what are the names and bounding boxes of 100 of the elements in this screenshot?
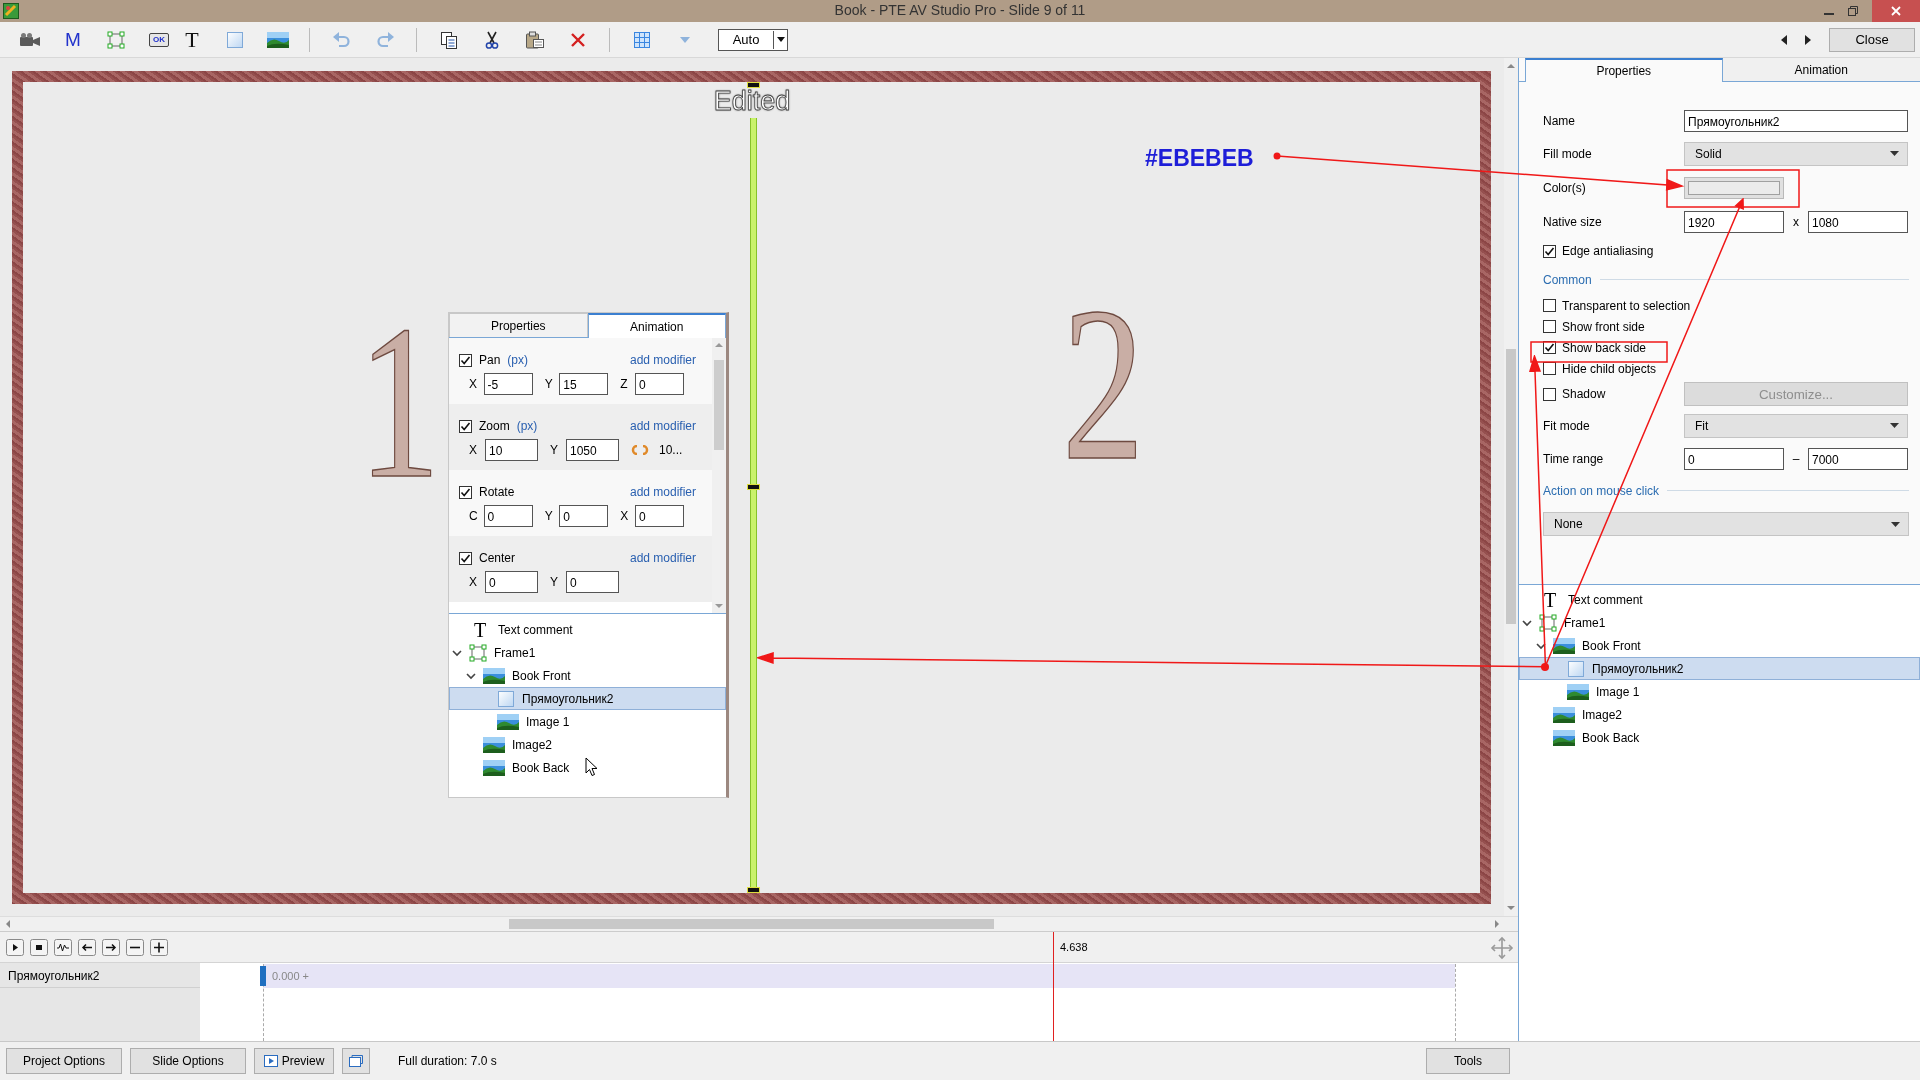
tree-item[interactable]: Frame1 bbox=[449, 641, 726, 664]
tree-item[interactable]: Frame1 bbox=[1519, 611, 1920, 634]
caption-tool-button[interactable]: OK bbox=[149, 32, 169, 47]
playhead-time: 4.638 bbox=[1060, 941, 1088, 953]
landscape-image-icon[interactable] bbox=[267, 31, 289, 48]
text-field[interactable]: Прямоугольник2 bbox=[1684, 109, 1908, 132]
arrow-right-button[interactable] bbox=[102, 938, 120, 956]
panel-tab[interactable]: Animation bbox=[587, 313, 726, 338]
scrollbar-thumb[interactable] bbox=[714, 360, 724, 450]
text-field[interactable]: 1920 bbox=[1684, 210, 1784, 233]
arrow-left-button[interactable] bbox=[78, 938, 96, 956]
camera-icon[interactable] bbox=[19, 31, 41, 48]
color-swatch[interactable] bbox=[1684, 176, 1784, 199]
number-field[interactable]: -5 bbox=[483, 373, 533, 395]
dropdown[interactable]: None bbox=[1543, 512, 1909, 536]
number-field[interactable]: 0 bbox=[566, 571, 619, 593]
close-window-button[interactable] bbox=[1872, 0, 1920, 22]
panel-tab[interactable]: Animation bbox=[1722, 58, 1920, 81]
window-toggle-button[interactable] bbox=[342, 1048, 370, 1074]
dropdown[interactable]: Solid bbox=[1684, 141, 1908, 166]
minus-button[interactable] bbox=[126, 938, 144, 956]
text-tool-button[interactable]: M bbox=[57, 25, 89, 54]
checkbox[interactable] bbox=[459, 419, 472, 433]
axis-label: Y bbox=[544, 377, 554, 391]
checkbox[interactable] bbox=[459, 353, 472, 367]
dropdown[interactable]: Fit bbox=[1684, 413, 1908, 438]
property-label: Rotate bbox=[479, 485, 515, 499]
number-field[interactable]: 1050 bbox=[566, 439, 619, 461]
tools-button[interactable]: Tools bbox=[1426, 1048, 1510, 1074]
frame-icon bbox=[1539, 613, 1557, 632]
text-field[interactable]: 1080 bbox=[1808, 210, 1908, 233]
add-modifier-link[interactable]: add modifier bbox=[629, 485, 696, 499]
frame-icon[interactable] bbox=[107, 30, 125, 49]
toolbar-button[interactable]: Project Options bbox=[6, 1048, 122, 1074]
annotation-label: #EBEBEB bbox=[1145, 145, 1254, 172]
tree-item[interactable]: Прямоугольник2 bbox=[1519, 657, 1920, 680]
link-toggle-icon[interactable] bbox=[631, 445, 649, 455]
number-field[interactable]: 15 bbox=[559, 373, 609, 395]
plus-button[interactable] bbox=[150, 938, 168, 956]
tree-item[interactable]: Image 1 bbox=[1519, 680, 1920, 703]
number-field[interactable]: 10 bbox=[485, 439, 538, 461]
property-label: Zoom bbox=[479, 419, 510, 433]
text-field[interactable]: 0 bbox=[1684, 447, 1784, 470]
text-tool-button[interactable]: T bbox=[176, 25, 208, 54]
preview-icon bbox=[263, 1055, 278, 1067]
landscape-image-icon bbox=[1567, 683, 1589, 700]
delete-icon[interactable] bbox=[570, 31, 586, 48]
copy-icon[interactable] bbox=[440, 30, 458, 49]
tree-item[interactable]: Book Back bbox=[1519, 726, 1920, 749]
tree-item[interactable]: T Text comment bbox=[449, 618, 726, 641]
restore-icon[interactable] bbox=[1848, 6, 1858, 16]
add-modifier-link[interactable]: add modifier bbox=[629, 419, 696, 433]
chevron-down-icon[interactable] bbox=[466, 670, 476, 681]
checkbox[interactable] bbox=[459, 551, 472, 565]
toolbar-button[interactable]: Slide Options bbox=[130, 1048, 246, 1074]
tree-item[interactable]: Book Front bbox=[449, 664, 726, 687]
field-label: Name bbox=[1543, 113, 1576, 128]
number-field[interactable]: 0 bbox=[559, 505, 609, 527]
number-field[interactable]: 0 bbox=[483, 505, 533, 527]
scissors-icon[interactable] bbox=[484, 30, 500, 49]
checkbox[interactable] bbox=[1543, 244, 1556, 258]
field-label: Fill mode bbox=[1543, 146, 1593, 161]
add-modifier-link[interactable]: add modifier bbox=[629, 551, 696, 565]
next-icon[interactable] bbox=[1805, 34, 1811, 45]
zoom-dropdown[interactable]: Auto bbox=[718, 28, 788, 51]
play-button[interactable] bbox=[6, 938, 24, 956]
section-heading: Common bbox=[1543, 272, 1592, 287]
number-field[interactable]: 0 bbox=[634, 505, 684, 527]
add-modifier-link[interactable]: add modifier bbox=[629, 353, 696, 367]
scrollbar-thumb[interactable] bbox=[1506, 349, 1516, 624]
waveform-button[interactable] bbox=[54, 938, 72, 956]
preview-button[interactable]: Preview bbox=[254, 1048, 334, 1074]
scrollbar-thumb[interactable] bbox=[509, 919, 994, 929]
checkbox[interactable] bbox=[459, 485, 472, 499]
panel-tab[interactable]: Properties bbox=[1525, 58, 1723, 82]
axis-label: C bbox=[469, 509, 479, 523]
tree-item[interactable]: Image 1 bbox=[449, 710, 726, 733]
number-field[interactable]: 0 bbox=[485, 571, 538, 593]
scroll-right-icon[interactable] bbox=[1492, 918, 1502, 930]
axis-label: Z bbox=[620, 377, 629, 391]
checkbox[interactable] bbox=[1543, 299, 1556, 312]
number-field[interactable]: 0 bbox=[634, 373, 684, 395]
grid-icon[interactable] bbox=[633, 30, 651, 49]
caret-icon bbox=[1891, 521, 1900, 527]
checkbox[interactable] bbox=[1543, 320, 1556, 333]
tree-item[interactable]: Image2 bbox=[449, 733, 726, 756]
tree-item[interactable]: Image2 bbox=[1519, 703, 1920, 726]
panel-tab[interactable]: Properties bbox=[449, 313, 588, 337]
tree-item[interactable]: Book Back bbox=[449, 756, 726, 779]
chevron-down-icon[interactable] bbox=[1536, 640, 1546, 651]
stop-button[interactable] bbox=[30, 938, 48, 956]
start-marker[interactable] bbox=[260, 966, 266, 986]
tree-item[interactable]: Прямоугольник2 bbox=[449, 687, 726, 710]
previous-icon[interactable] bbox=[1781, 34, 1787, 45]
chevron-down-icon[interactable] bbox=[1522, 617, 1532, 628]
field-label: Color(s) bbox=[1543, 180, 1587, 195]
chevron-down-icon[interactable] bbox=[452, 647, 462, 658]
text-field[interactable]: 7000 bbox=[1808, 447, 1908, 470]
close-button[interactable]: Close bbox=[1829, 27, 1915, 52]
paste-icon[interactable] bbox=[525, 30, 545, 49]
